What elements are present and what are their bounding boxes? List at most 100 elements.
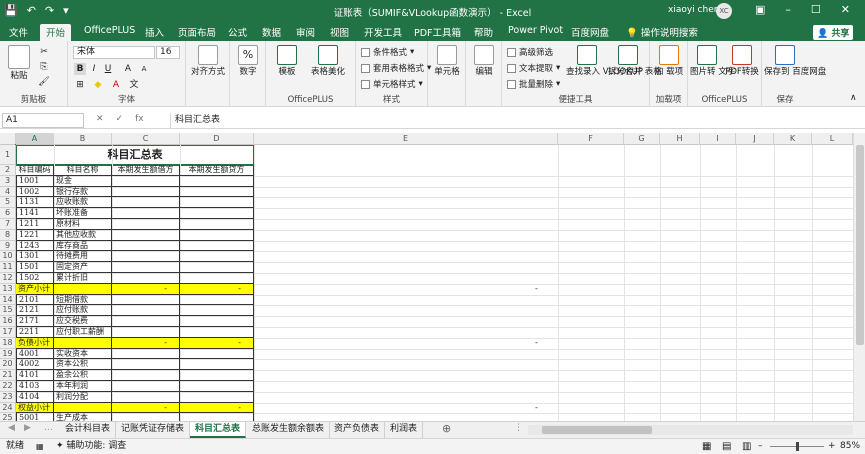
cell-d[interactable]	[180, 413, 254, 421]
column-header-c[interactable]: C	[112, 133, 180, 145]
sheet-tab[interactable]: 记账凭证存储表	[116, 422, 191, 438]
cell-code[interactable]: 权益小计	[16, 402, 54, 414]
cell-name[interactable]: 现金	[54, 175, 112, 187]
cell-code[interactable]: 4002	[16, 359, 54, 371]
cell-c[interactable]	[112, 262, 180, 273]
row-header[interactable]: 18	[0, 337, 16, 349]
tab-pdf-tools[interactable]: PDF工具箱	[414, 25, 461, 39]
cell-code[interactable]: 5001	[16, 413, 54, 421]
formula-input[interactable]: 科目汇总表	[170, 113, 860, 128]
image-to-text-button[interactable]: 图片转 文字	[690, 45, 735, 77]
row-header[interactable]: 9	[0, 240, 16, 252]
add-sheet-icon[interactable]: ⊕	[442, 422, 451, 435]
header-cell[interactable]: 本期发生额借方	[112, 165, 180, 176]
template-button[interactable]: 模板	[272, 45, 302, 77]
column-header-b[interactable]: B	[54, 133, 112, 145]
column-header-l[interactable]: L	[812, 133, 853, 145]
phonetic-icon[interactable]: 文	[128, 79, 140, 91]
macro-record-icon[interactable]: ▦	[36, 439, 44, 454]
cell-code[interactable]: 1243	[16, 240, 54, 252]
fill-color-icon[interactable]: ◆	[92, 79, 104, 91]
tab-data[interactable]: 数据	[262, 25, 281, 39]
cell-name[interactable]: 待摊费用	[54, 251, 112, 263]
row-header[interactable]: 1	[0, 145, 16, 165]
cell-name[interactable]: 利润分配	[54, 391, 112, 403]
row-header[interactable]: 23	[0, 391, 16, 403]
scroll-thumb[interactable]	[856, 145, 864, 345]
row-header[interactable]: 7	[0, 219, 16, 230]
cells-button[interactable]: 单元格	[430, 45, 464, 77]
cell-d[interactable]	[180, 262, 254, 273]
row-header[interactable]: 13	[0, 283, 16, 295]
cell-styles-button[interactable]: 单元格样式 ▾	[361, 78, 423, 90]
cell-name[interactable]: 生产成本	[54, 413, 112, 421]
user-name[interactable]: xiaoyi chen	[668, 5, 719, 15]
tab-help[interactable]: 帮助	[474, 25, 493, 39]
row-header[interactable]: 16	[0, 316, 16, 327]
format-painter-icon[interactable]: 🖌	[38, 76, 50, 88]
cell-c[interactable]	[112, 359, 180, 371]
cell-d[interactable]	[180, 197, 254, 209]
number-format-button[interactable]: % 数字	[233, 45, 263, 77]
cell-c[interactable]: -	[112, 283, 180, 295]
maximize-icon[interactable]: ☐	[811, 3, 821, 16]
sheet-tab-active[interactable]: 科目汇总表	[190, 422, 247, 438]
column-header-j[interactable]: J	[736, 133, 774, 145]
cell-code[interactable]: 4104	[16, 391, 54, 403]
column-header-k[interactable]: K	[774, 133, 812, 145]
cell-name[interactable]	[54, 283, 112, 295]
cell-code[interactable]: 2211	[16, 327, 54, 338]
sheet-tab[interactable]: 利润表	[385, 422, 424, 438]
pdf-convert-button[interactable]: PDF转换	[724, 45, 760, 77]
cell-name[interactable]: 库存商品	[54, 240, 112, 252]
format-as-table-button[interactable]: 套用表格格式 ▾	[361, 62, 431, 74]
tab-insert[interactable]: 插入	[145, 25, 164, 39]
vertical-scrollbar[interactable]	[853, 133, 865, 421]
cell-code[interactable]: 4101	[16, 370, 54, 381]
cell-c[interactable]	[112, 348, 180, 360]
cell-name[interactable]: 应付职工薪酬	[54, 327, 112, 338]
table-beautify-button[interactable]: 表格美化	[306, 45, 350, 77]
cell-name[interactable]: 实收资本	[54, 348, 112, 360]
header-cell[interactable]: 科目名称	[54, 165, 112, 176]
row-header[interactable]: 8	[0, 229, 16, 241]
cell-d[interactable]: -	[180, 337, 254, 349]
font-shrink-icon[interactable]: A	[138, 63, 150, 75]
row-header[interactable]: 3	[0, 175, 16, 187]
split-merge-button[interactable]: 拆分合并 表格	[608, 45, 662, 77]
tab-review[interactable]: 审阅	[296, 25, 315, 39]
cell-c[interactable]	[112, 273, 180, 284]
zoom-slider-handle[interactable]	[796, 442, 799, 451]
page-break-view-icon[interactable]: ▥	[742, 439, 751, 454]
cell-code[interactable]: 4001	[16, 348, 54, 360]
normal-view-icon[interactable]: ▦	[702, 439, 711, 454]
row-header[interactable]: 5	[0, 197, 16, 209]
cell-c[interactable]	[112, 370, 180, 381]
column-header-h[interactable]: H	[660, 133, 700, 145]
column-header-a[interactable]: A	[16, 133, 54, 145]
conditional-format-button[interactable]: 条件格式 ▾	[361, 46, 414, 58]
ribbon-display-icon[interactable]: ▣	[755, 3, 765, 16]
cell-name[interactable]: 应付账款	[54, 305, 112, 317]
tab-page-layout[interactable]: 页面布局	[178, 25, 216, 39]
cell-d[interactable]	[180, 381, 254, 392]
column-header-f[interactable]: F	[558, 133, 624, 145]
row-header[interactable]: 25	[0, 413, 16, 421]
cell-d[interactable]	[180, 370, 254, 381]
next-sheet-icon[interactable]: ▶	[24, 423, 31, 433]
cell-d[interactable]	[180, 327, 254, 338]
cell-e-value[interactable]: -	[535, 403, 538, 414]
row-header[interactable]: 21	[0, 370, 16, 381]
cut-icon[interactable]: ✂	[38, 46, 50, 58]
cell-d[interactable]	[180, 229, 254, 241]
cell-name[interactable]: 本年利润	[54, 381, 112, 392]
tab-home[interactable]: 开始	[40, 24, 72, 42]
cell-name[interactable]: 其他应收款	[54, 229, 112, 241]
cell-d[interactable]: -	[180, 283, 254, 295]
cell-d[interactable]	[180, 273, 254, 284]
cancel-icon[interactable]: ✕	[96, 114, 104, 124]
cell-d[interactable]	[180, 186, 254, 198]
sheet-tab[interactable]: 总账发生额余额表	[247, 422, 331, 438]
cell-c[interactable]	[112, 197, 180, 209]
cell-name[interactable]	[54, 337, 112, 349]
